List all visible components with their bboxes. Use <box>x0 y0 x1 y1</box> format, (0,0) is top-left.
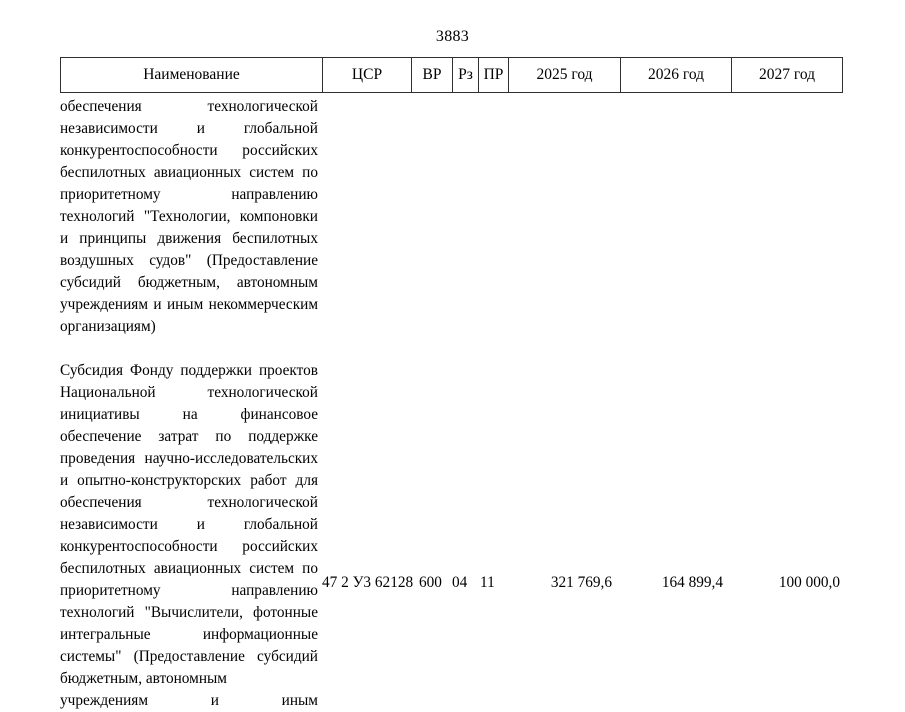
column-header-rz-label: Рз <box>458 66 473 83</box>
cell-year-2027-value: 100 000,0 <box>778 574 840 591</box>
column-header-pr: ПР <box>479 58 509 92</box>
table-header-row: Наименование ЦСР ВР Рз ПР 2025 год 2026 … <box>60 57 843 93</box>
column-header-name: Наименование <box>61 58 323 92</box>
column-header-vr-label: ВР <box>422 66 442 83</box>
column-header-csr: ЦСР <box>323 58 412 92</box>
paragraph-subsidy-nti: Субсидия Фонду поддержки проектов Национ… <box>60 362 318 687</box>
document-page: 3883 Наименование ЦСР ВР Рз ПР 2025 год … <box>0 0 905 709</box>
cell-csr: 47 2 У3 62128 <box>322 574 414 591</box>
column-header-year-2027-label: 2027 год <box>758 66 816 83</box>
name-column-text: обеспечения технологической независимост… <box>60 96 318 712</box>
column-header-rz: Рз <box>453 58 479 92</box>
paragraph-continuation: обеспечения технологической независимост… <box>60 98 318 335</box>
column-header-name-label: Наименование <box>143 66 240 83</box>
column-header-year-2025-label: 2025 год <box>536 66 593 83</box>
column-header-year-2027: 2027 год <box>732 58 842 92</box>
paragraph-last-line: учреждениям и иным <box>60 692 318 709</box>
table-row: 47 2 У3 62128 600 04 11 321 769,6 164 89… <box>60 572 843 594</box>
cell-vr: 600 <box>419 574 442 591</box>
column-header-year-2026: 2026 год <box>621 58 732 92</box>
column-header-year-2026-label: 2026 год <box>647 66 705 83</box>
column-header-pr-label: ПР <box>483 66 504 83</box>
column-header-csr-label: ЦСР <box>351 66 383 83</box>
column-header-year-2025: 2025 год <box>509 58 621 92</box>
column-header-vr: ВР <box>412 58 453 92</box>
cell-year-2026-value: 164 899,4 <box>661 574 723 591</box>
cell-year-2025-value: 321 769,6 <box>550 574 612 591</box>
cell-rz: 04 <box>452 574 468 591</box>
page-number: 3883 <box>435 28 470 45</box>
cell-pr: 11 <box>480 574 495 591</box>
